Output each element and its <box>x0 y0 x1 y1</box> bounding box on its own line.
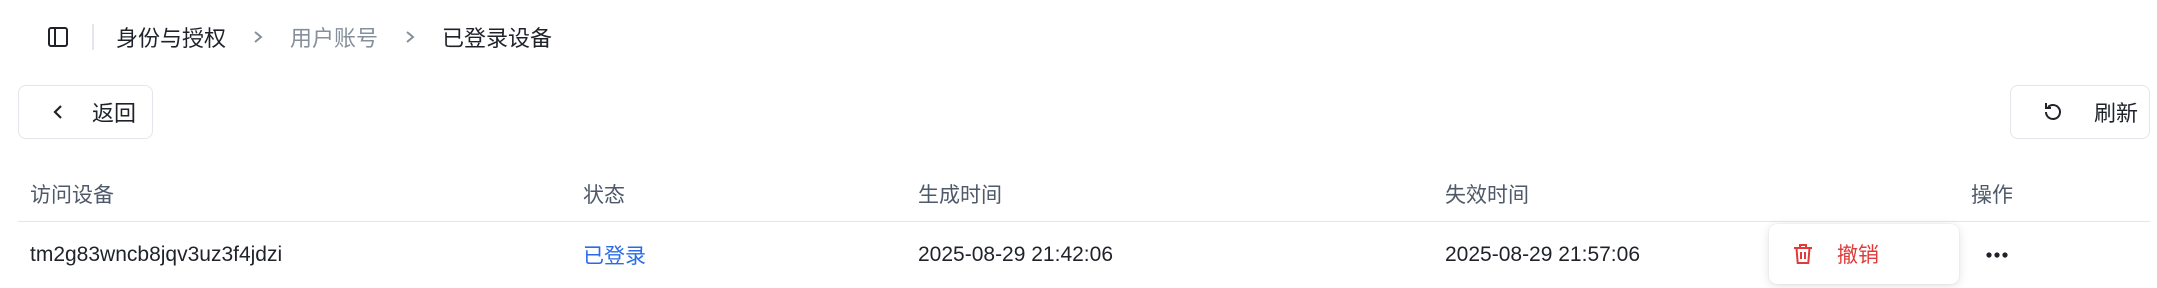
column-header-created: 生成时间 <box>918 183 1002 207</box>
back-button[interactable]: 返回 <box>18 85 153 139</box>
status-cell: 已登录 <box>583 245 646 268</box>
breadcrumb-item-identity[interactable]: 身份与授权 <box>116 21 226 53</box>
breadcrumb: 身份与授权 用户账号 已登录设备 <box>116 21 552 53</box>
revoke-menu-item[interactable]: 撤销 <box>1791 239 1879 269</box>
column-header-expires: 失效时间 <box>1445 183 1529 207</box>
chevron-right-icon <box>246 25 270 49</box>
expires-time-cell: 2025-08-29 21:57:06 <box>1445 243 1640 266</box>
refresh-button-label: 刷新 <box>2094 101 2139 126</box>
chevron-right-icon <box>398 25 422 49</box>
revoke-label: 撤销 <box>1837 244 1879 267</box>
column-header-actions: 操作 <box>1971 183 2013 207</box>
chevron-left-icon <box>47 101 69 123</box>
sidebar-toggle-icon[interactable] <box>45 24 71 50</box>
breadcrumb-item-user-accounts[interactable]: 用户账号 <box>290 21 378 53</box>
device-id-cell: tm2g83wncb8jqv3uz3f4jdzi <box>30 243 283 266</box>
table-header: 访问设备 状态 生成时间 失效时间 操作 <box>18 165 2150 222</box>
back-button-label: 返回 <box>92 101 137 126</box>
row-actions-menu: 撤销 <box>1769 224 1959 284</box>
more-horizontal-icon[interactable] <box>1980 238 2014 272</box>
refresh-button[interactable]: 刷新 <box>2010 85 2150 139</box>
created-time-cell: 2025-08-29 21:42:06 <box>918 243 1113 266</box>
divider <box>92 24 94 50</box>
breadcrumb-item-logged-in-devices: 已登录设备 <box>442 26 553 51</box>
trash-icon <box>1791 242 1815 266</box>
breadcrumb-bar: 身份与授权 用户账号 已登录设备 <box>0 0 2157 74</box>
column-header-device: 访问设备 <box>30 183 114 207</box>
column-header-status: 状态 <box>583 183 625 207</box>
actions-cell <box>1980 222 2014 288</box>
refresh-icon <box>2041 100 2065 124</box>
